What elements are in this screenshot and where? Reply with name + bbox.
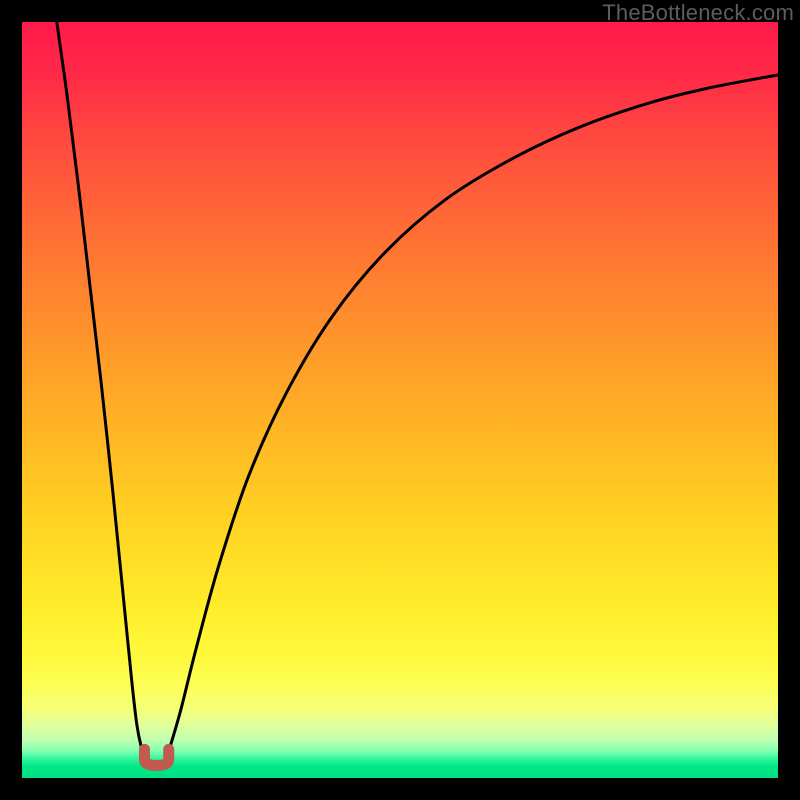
plot-area bbox=[22, 22, 778, 778]
curve-svg bbox=[22, 22, 778, 778]
chart-frame: TheBottleneck.com bbox=[0, 0, 800, 800]
watermark-text: TheBottleneck.com bbox=[602, 0, 794, 26]
dip-marker bbox=[145, 749, 169, 765]
curve-line bbox=[57, 22, 778, 768]
